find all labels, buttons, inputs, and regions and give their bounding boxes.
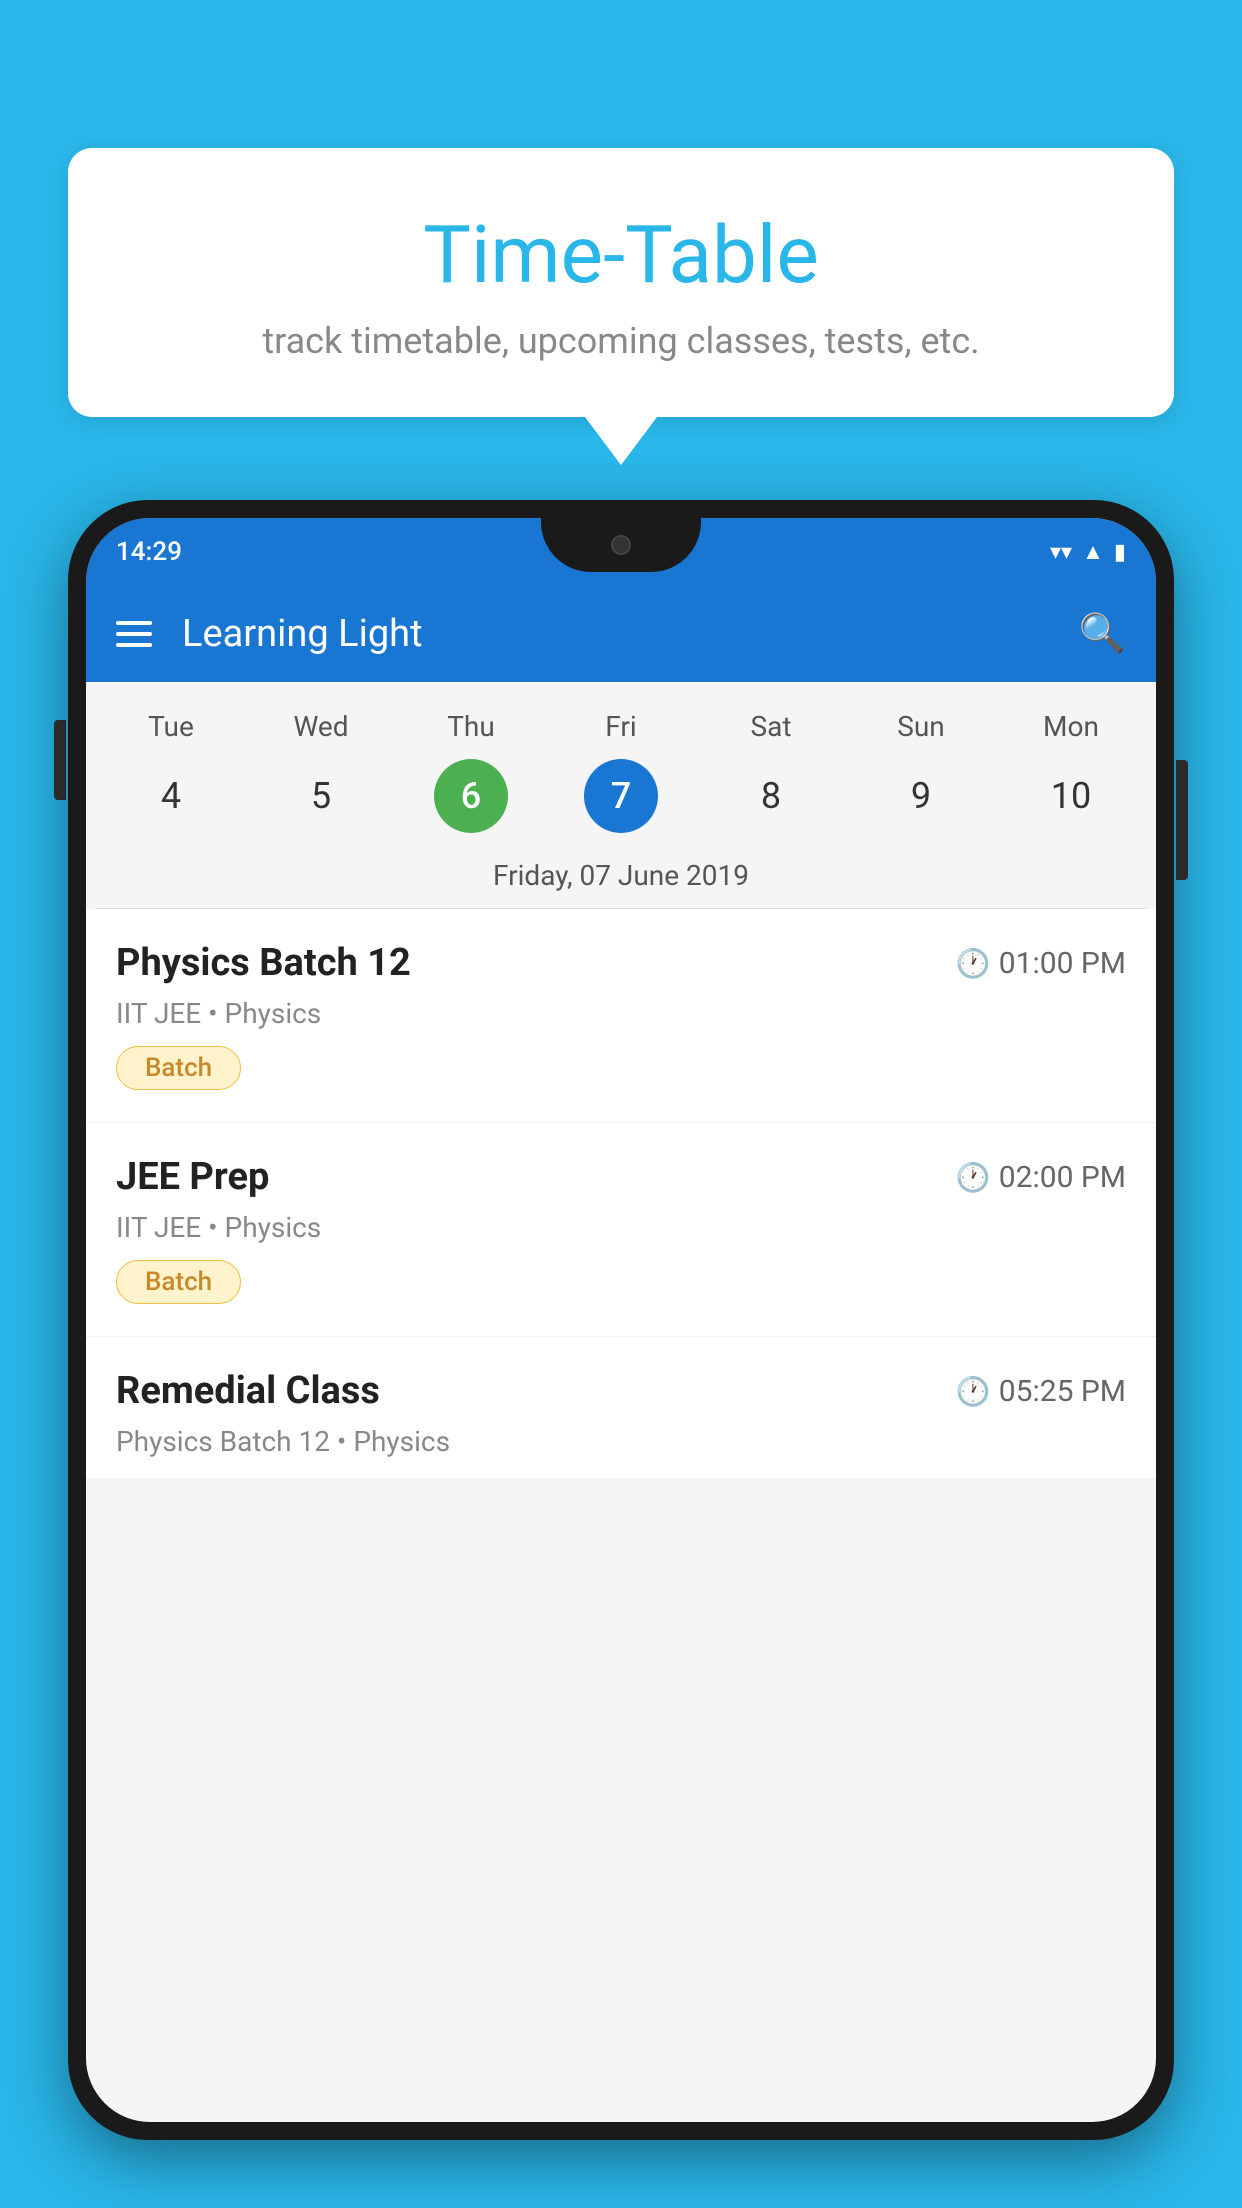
schedule-item-3[interactable]: Remedial Class 🕐 05:25 PM Physics Batch … — [86, 1337, 1156, 1478]
day-header-sun: Sun — [846, 702, 996, 751]
menu-icon[interactable] — [116, 621, 152, 647]
day-header-sat: Sat — [696, 702, 846, 751]
clock-icon-2: 🕐 — [956, 1161, 991, 1194]
item-1-time: 🕐 01:00 PM — [956, 946, 1126, 981]
item-2-title: JEE Prep — [116, 1155, 269, 1199]
phone-screen: 14:29 ▾▾ ▲ ▮ Learning Light 🔍 — [86, 518, 1156, 2122]
day-header-mon: Mon — [996, 702, 1146, 751]
schedule-item-1[interactable]: Physics Batch 12 🕐 01:00 PM IIT JEE • Ph… — [86, 909, 1156, 1123]
item-1-title: Physics Batch 12 — [116, 941, 411, 985]
camera — [611, 535, 631, 555]
clock-icon-3: 🕐 — [956, 1375, 991, 1408]
day-4[interactable]: 4 — [134, 759, 208, 833]
item-1-header: Physics Batch 12 🕐 01:00 PM — [116, 941, 1126, 985]
item-1-time-text: 01:00 PM — [999, 946, 1126, 981]
item-2-time: 🕐 02:00 PM — [956, 1160, 1126, 1195]
day-8[interactable]: 8 — [734, 759, 808, 833]
item-3-header: Remedial Class 🕐 05:25 PM — [116, 1369, 1126, 1413]
status-icons: ▾▾ ▲ ▮ — [1050, 539, 1126, 565]
day-7-selected[interactable]: 7 — [584, 759, 658, 833]
bubble-title: Time-Table — [118, 208, 1124, 302]
item-1-batch-tag: Batch — [116, 1046, 241, 1090]
speech-bubble: Time-Table track timetable, upcoming cla… — [68, 148, 1174, 417]
item-2-batch-tag: Batch — [116, 1260, 241, 1304]
phone-outer: 14:29 ▾▾ ▲ ▮ Learning Light 🔍 — [68, 500, 1174, 2140]
search-icon[interactable]: 🔍 — [1079, 612, 1126, 656]
day-header-thu: Thu — [396, 702, 546, 751]
bubble-arrow — [585, 417, 657, 465]
item-3-time-text: 05:25 PM — [999, 1374, 1126, 1409]
status-time: 14:29 — [116, 537, 182, 567]
battery-icon: ▮ — [1114, 540, 1126, 565]
item-2-time-text: 02:00 PM — [999, 1160, 1126, 1195]
selected-date: Friday, 07 June 2019 — [96, 849, 1146, 909]
app-title: Learning Light — [182, 612, 1079, 656]
speech-bubble-container: Time-Table track timetable, upcoming cla… — [68, 148, 1174, 465]
schedule-item-2[interactable]: JEE Prep 🕐 02:00 PM IIT JEE • Physics Ba… — [86, 1123, 1156, 1337]
item-2-subtitle: IIT JEE • Physics — [116, 1211, 1126, 1244]
app-bar: Learning Light 🔍 — [86, 586, 1156, 682]
item-2-header: JEE Prep 🕐 02:00 PM — [116, 1155, 1126, 1199]
day-5[interactable]: 5 — [284, 759, 358, 833]
item-3-title: Remedial Class — [116, 1369, 380, 1413]
calendar-strip: Tue Wed Thu Fri Sat Sun Mon 4 5 6 7 8 9 … — [86, 682, 1156, 909]
status-bar: 14:29 ▾▾ ▲ ▮ — [86, 518, 1156, 586]
item-3-subtitle: Physics Batch 12 • Physics — [116, 1425, 1126, 1458]
day-9[interactable]: 9 — [884, 759, 958, 833]
day-numbers: 4 5 6 7 8 9 10 — [96, 751, 1146, 849]
phone-container: 14:29 ▾▾ ▲ ▮ Learning Light 🔍 — [68, 500, 1174, 2208]
day-headers: Tue Wed Thu Fri Sat Sun Mon — [96, 702, 1146, 751]
day-header-wed: Wed — [246, 702, 396, 751]
signal-icon: ▲ — [1082, 539, 1104, 565]
bubble-subtitle: track timetable, upcoming classes, tests… — [118, 320, 1124, 362]
day-header-tue: Tue — [96, 702, 246, 751]
clock-icon-1: 🕐 — [956, 947, 991, 980]
item-3-time: 🕐 05:25 PM — [956, 1374, 1126, 1409]
item-1-subtitle: IIT JEE • Physics — [116, 997, 1126, 1030]
schedule-list: Physics Batch 12 🕐 01:00 PM IIT JEE • Ph… — [86, 909, 1156, 1478]
day-10[interactable]: 10 — [1034, 759, 1108, 833]
day-6-today[interactable]: 6 — [434, 759, 508, 833]
wifi-icon: ▾▾ — [1050, 540, 1072, 565]
notch — [541, 518, 701, 572]
day-header-fri: Fri — [546, 702, 696, 751]
